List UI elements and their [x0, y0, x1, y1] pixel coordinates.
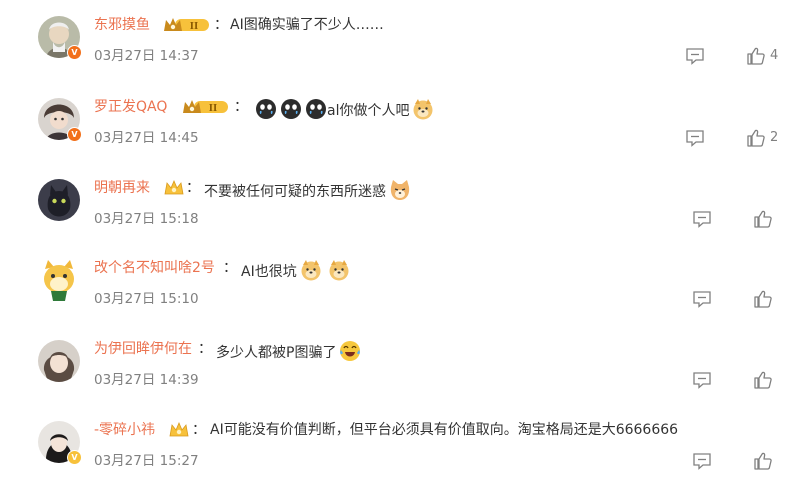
comment-item: V -零碎小祎 ： AI可能没有价值判断，但平台必须具有价值取向。淘宝格局还是大… — [0, 421, 800, 503]
username[interactable]: 明朝再来 — [94, 179, 150, 197]
avatar[interactable]: V — [38, 421, 82, 465]
avatar-image — [38, 340, 80, 382]
crying-face-icon — [256, 99, 276, 119]
comment-icon[interactable] — [685, 46, 705, 66]
username[interactable]: 罗正发QAQ — [94, 98, 167, 116]
thumbs-up-icon[interactable] — [746, 46, 766, 66]
comment-item: 为伊回眸伊何在 ： 多少人都被P图骗了 03月27日 14:39 — [0, 340, 800, 422]
like-count: 2 — [770, 130, 779, 145]
comment-text: 多少人都被P图骗了 — [216, 340, 361, 362]
doge-icon — [301, 260, 321, 281]
comment-text: AI也很坑 — [241, 259, 350, 281]
comment-item: 明朝再来 ： 不要被任何可疑的东西所迷惑 03月27日 15:18 — [0, 179, 800, 261]
thumbs-up-icon[interactable] — [753, 209, 773, 229]
comment-icon[interactable] — [692, 289, 712, 309]
verified-v-badge: V — [67, 127, 82, 142]
thumbs-up-icon[interactable] — [753, 370, 773, 390]
avatar[interactable]: V — [38, 98, 82, 142]
comment-text: AI可能没有价值判断，但平台必须具有价值取向。淘宝格局还是大6666666 — [210, 422, 679, 438]
crown-level-badge — [169, 421, 189, 437]
timestamp: 03月27日 14:37 — [94, 48, 199, 64]
separator: ： — [186, 180, 200, 196]
separator: ： — [198, 341, 212, 357]
separator: ： — [214, 17, 228, 33]
comment-item: V 东邪摸鱼 II ： AI图确实骗了不少人…… 03月27日 14:37 4 — [0, 16, 800, 98]
crown-level-badge — [164, 179, 184, 195]
avatar[interactable] — [38, 179, 80, 221]
avatar[interactable] — [38, 259, 80, 301]
doge-icon — [329, 260, 349, 281]
username[interactable]: 东邪摸鱼 — [94, 16, 150, 34]
avatar-image — [38, 259, 80, 301]
comment-message: al你做个人吧 — [327, 103, 410, 119]
cat-face-icon — [390, 180, 410, 200]
verified-v-badge: V — [67, 45, 82, 60]
svg-text:II: II — [209, 104, 217, 114]
comment-text: al你做个人吧 — [252, 98, 434, 120]
doge-icon — [413, 99, 433, 120]
svg-text:II: II — [190, 22, 198, 32]
verified-v-badge: V — [67, 450, 82, 465]
avatar[interactable]: V — [38, 16, 82, 60]
timestamp: 03月27日 14:39 — [94, 372, 199, 388]
separator: ： — [192, 422, 206, 438]
crying-face-icon — [306, 99, 326, 119]
comment-icon[interactable] — [692, 209, 712, 229]
comment-item: V 罗正发QAQ II ： al你做个人吧 03月27日 14:45 2 — [0, 98, 800, 180]
like-count: 4 — [770, 48, 779, 63]
thumbs-up-icon[interactable] — [746, 128, 766, 148]
thumbs-up-icon[interactable] — [753, 451, 773, 471]
comment-message: AI也很坑 — [241, 264, 297, 280]
separator: ： — [223, 260, 237, 276]
comment-message: 多少人都被P图骗了 — [216, 345, 337, 361]
crown-level-badge: II — [164, 18, 209, 32]
timestamp: 03月27日 15:27 — [94, 453, 199, 469]
laugh-cry-icon — [340, 341, 361, 361]
crown-level-badge: II — [183, 100, 228, 114]
comment-item: 改个名不知叫啥2号 ： AI也很坑 03月27日 15:10 — [0, 259, 800, 341]
comment-message: 不要被任何可疑的东西所迷惑 — [204, 184, 386, 200]
timestamp: 03月27日 15:18 — [94, 211, 199, 227]
avatar-image — [38, 179, 80, 221]
username[interactable]: 改个名不知叫啥2号 — [94, 259, 215, 277]
crying-face-icon — [281, 99, 301, 119]
thumbs-up-icon[interactable] — [753, 289, 773, 309]
timestamp: 03月27日 15:10 — [94, 291, 199, 307]
username[interactable]: 为伊回眸伊何在 — [94, 340, 192, 358]
comment-icon[interactable] — [685, 128, 705, 148]
comment-icon[interactable] — [692, 451, 712, 471]
separator: ： — [234, 99, 248, 115]
username[interactable]: -零碎小祎 — [94, 421, 155, 439]
avatar[interactable] — [38, 340, 80, 382]
comment-icon[interactable] — [692, 370, 712, 390]
timestamp: 03月27日 14:45 — [94, 130, 199, 146]
comment-text: 不要被任何可疑的东西所迷惑 — [204, 179, 411, 201]
comment-text: AI图确实骗了不少人…… — [230, 17, 384, 33]
